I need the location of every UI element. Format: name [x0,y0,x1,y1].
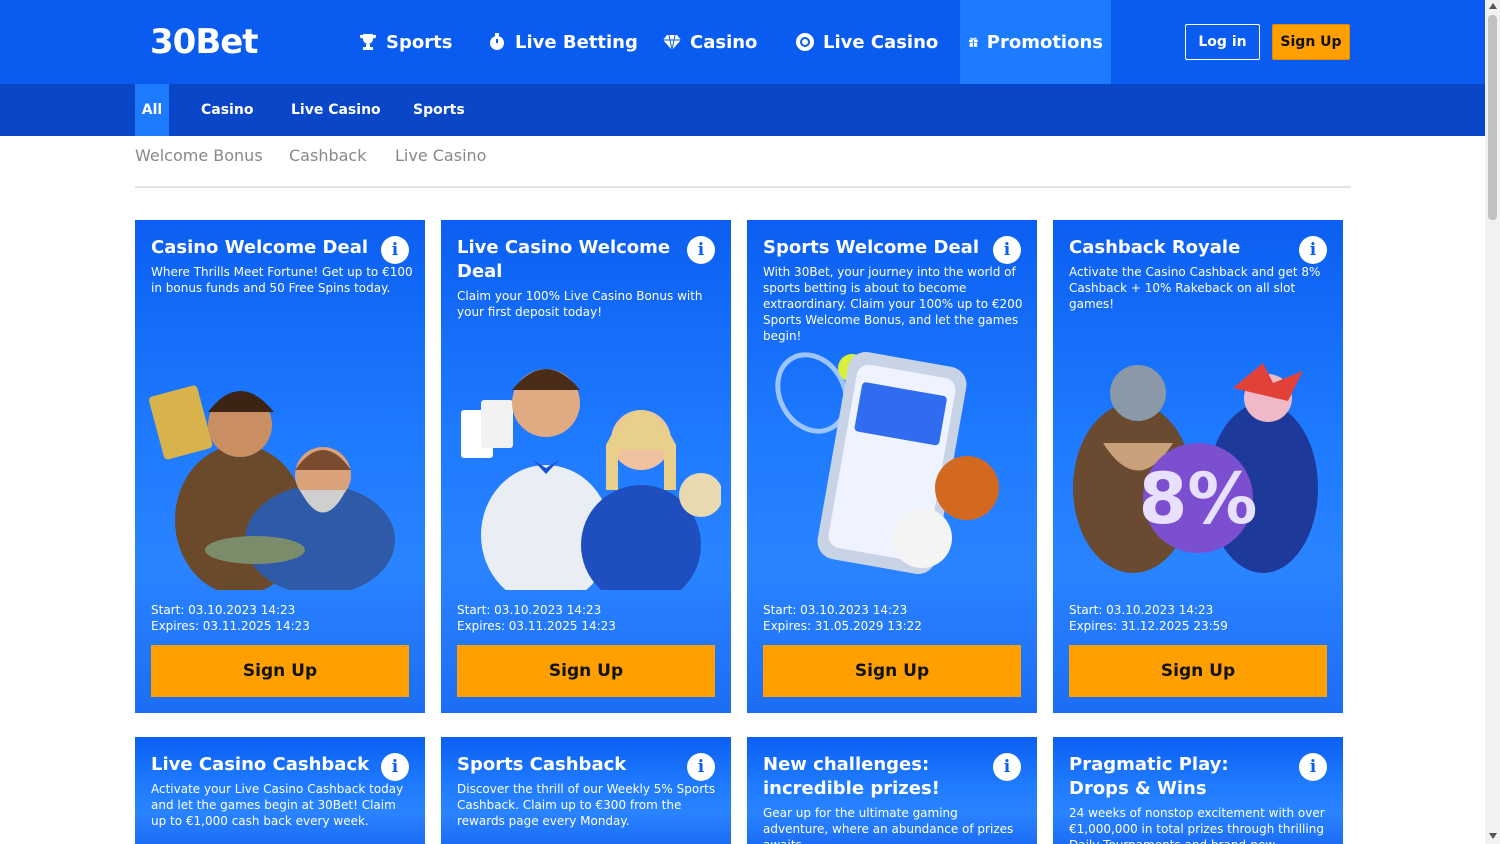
promo-signup-button[interactable]: Sign Up [763,645,1021,697]
promo-card-description: Claim your 100% Live Casino Bonus with y… [457,289,703,319]
signup-button[interactable]: Sign Up [1272,24,1350,60]
subnav-sports[interactable]: Sports [413,84,465,136]
subnav-all[interactable]: All [135,84,169,136]
promo-dates: Start: 03.10.2023 14:23 Expires: 03.11.2… [151,602,310,634]
promo-illustration [461,369,721,590]
promo-card-title: Live Casino Welcome Deal [457,237,671,282]
promo-card-live-casino-welcome: Live Casino Welcome Deal i Claim your 10… [441,220,731,713]
nav-promotions-label: Promotions [986,31,1103,53]
promo-card-description: Gear up for the ultimate gaming adventur… [763,806,1014,844]
filter-live-casino[interactable]: Live Casino [395,146,486,165]
promo-expiry-date: Expires: 31.12.2025 23:59 [1069,619,1228,633]
nav-sports-label: Sports [386,31,453,53]
promo-illustration [148,385,395,590]
promo-dates: Start: 03.10.2023 14:23 Expires: 31.12.2… [1069,602,1228,634]
promo-card-title: Sports Cashback [457,754,627,775]
promo-card-title: Cashback Royale [1069,237,1241,258]
nav-live-casino[interactable]: Live Casino [795,0,938,84]
nav-casino-label: Casino [690,31,758,53]
filter-welcome-bonus[interactable]: Welcome Bonus [135,146,263,165]
promo-dates: Start: 03.10.2023 14:23 Expires: 31.05.2… [763,602,922,634]
filter-cashback[interactable]: Cashback [289,146,366,165]
promo-signup-button[interactable]: Sign Up [1069,645,1327,697]
info-icon[interactable]: i [381,236,409,264]
filter-divider [135,186,1351,188]
scrollbar-thumb[interactable] [1488,15,1497,220]
promo-card-title: Live Casino Cashback [151,754,370,775]
promo-illustration: 8% [1073,363,1318,573]
promo-start-date: Start: 03.10.2023 14:23 [151,603,296,617]
promo-card-description: With 30Bet, your journey into the world … [763,265,1023,343]
promo-card-sports-cashback: Sports Cashback i Discover the thrill of… [441,737,731,844]
promo-card-title: New challenges: incredible prizes! [763,754,940,799]
promo-card-title: Sports Welcome Deal [763,237,979,258]
promo-card-description: Discover the thrill of our Weekly 5% Spo… [457,782,716,828]
info-icon[interactable]: i [687,236,715,264]
promo-signup-button[interactable]: Sign Up [457,645,715,697]
promo-card-title: Casino Welcome Deal [151,237,369,258]
nav-live-betting[interactable]: Live Betting [487,0,638,84]
nav-sports[interactable]: Sports [358,0,452,84]
nav-live-betting-label: Live Betting [515,31,638,53]
promo-illustration [775,352,999,574]
promo-expiry-date: Expires: 31.05.2029 13:22 [763,619,922,633]
login-button[interactable]: Log in [1185,24,1260,60]
stopwatch-icon [490,33,504,50]
scroll-up-arrow-icon[interactable] [1489,3,1497,9]
gift-icon [969,37,978,47]
info-icon[interactable]: i [381,753,409,781]
info-icon[interactable]: i [1299,753,1327,781]
promo-card-description: Where Thrills Meet Fortune! Get up to €1… [151,265,413,295]
promo-card-description: Activate the Casino Cashback and get 8% … [1069,265,1321,311]
promo-start-date: Start: 03.10.2023 14:23 [1069,603,1214,617]
info-icon[interactable]: i [993,236,1021,264]
promo-expiry-date: Expires: 03.11.2025 14:23 [151,619,310,633]
info-icon[interactable]: i [993,753,1021,781]
promo-card-description: 24 weeks of nonstop excitement with over… [1069,806,1325,844]
scroll-down-arrow-icon[interactable] [1489,833,1497,839]
info-icon[interactable]: i [687,753,715,781]
subnav-live-casino[interactable]: Live Casino [291,84,381,136]
chip-icon [796,33,814,51]
nav-promotions[interactable]: Promotions [960,0,1111,84]
promo-start-date: Start: 03.10.2023 14:23 [457,603,602,617]
nav-casino[interactable]: Casino [662,0,757,84]
promo-card-new-challenges: New challenges: incredible prizes! i Gea… [747,737,1037,844]
promo-start-date: Start: 03.10.2023 14:23 [763,603,908,617]
diamond-icon [663,34,681,51]
promo-card-casino-welcome: Casino Welcome Deal i Where Thrills Meet… [135,220,425,713]
promo-dates: Start: 03.10.2023 14:23 Expires: 03.11.2… [457,602,616,634]
promo-signup-button[interactable]: Sign Up [151,645,409,697]
nav-live-casino-label: Live Casino [823,31,939,53]
subnav-casino[interactable]: Casino [201,84,253,136]
promo-card-cashback-royale: Cashback Royale i Activate the Casino Ca… [1053,220,1343,713]
site-logo[interactable]: 30Bet [150,22,259,62]
cashback-percent-badge: 8% [1139,458,1258,540]
promo-card-pragmatic-drops-wins: Pragmatic Play: Drops & Wins i 24 weeks … [1053,737,1343,844]
trophy-icon [360,34,376,50]
promo-card-title: Pragmatic Play: Drops & Wins [1069,754,1229,799]
info-icon[interactable]: i [1299,236,1327,264]
promo-card-live-casino-cashback: Live Casino Cashback i Activate your Liv… [135,737,425,844]
promo-card-description: Activate your Live Casino Cashback today… [151,782,404,828]
promo-card-sports-welcome: Sports Welcome Deal i With 30Bet, your j… [747,220,1037,713]
page-scrollbar[interactable] [1485,0,1500,844]
promo-expiry-date: Expires: 03.11.2025 14:23 [457,619,616,633]
